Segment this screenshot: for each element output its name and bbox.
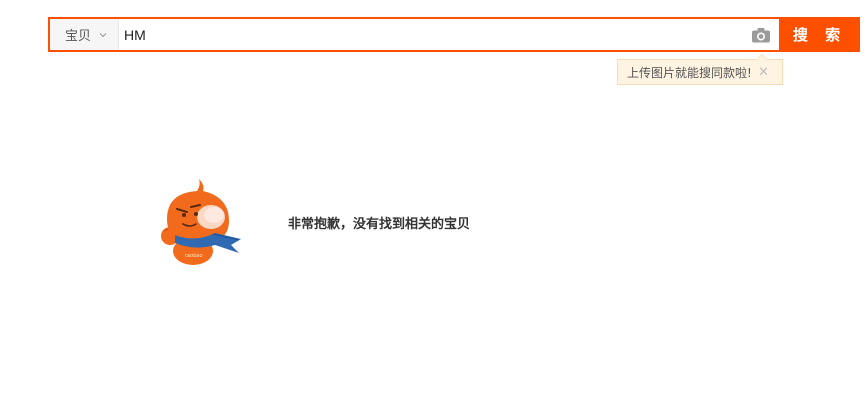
mascot-badge-text: taobao xyxy=(185,253,202,259)
tooltip-arrow xyxy=(756,54,768,60)
search-bar: 宝贝 搜 索 xyxy=(48,17,860,52)
no-results-message: 非常抱歉，没有找到相关的宝贝 xyxy=(288,217,471,232)
close-icon[interactable]: × xyxy=(758,66,769,79)
camera-icon[interactable] xyxy=(751,27,771,43)
search-scope-label: 宝贝 xyxy=(65,29,92,44)
search-result-page: 宝贝 搜 索 上传图片就能搜同款啦! × xyxy=(0,0,865,401)
search-button[interactable]: 搜 索 xyxy=(779,17,860,52)
chevron-down-icon xyxy=(99,32,107,37)
search-scope-dropdown[interactable]: 宝贝 xyxy=(50,19,119,50)
image-search-tooltip: 上传图片就能搜同款啦! × xyxy=(617,54,783,85)
search-query-area xyxy=(119,19,779,50)
tooltip-text: 上传图片就能搜同款啦! xyxy=(627,65,752,80)
search-input[interactable] xyxy=(124,26,724,43)
taobao-mascot-illustration: taobao xyxy=(161,179,241,265)
